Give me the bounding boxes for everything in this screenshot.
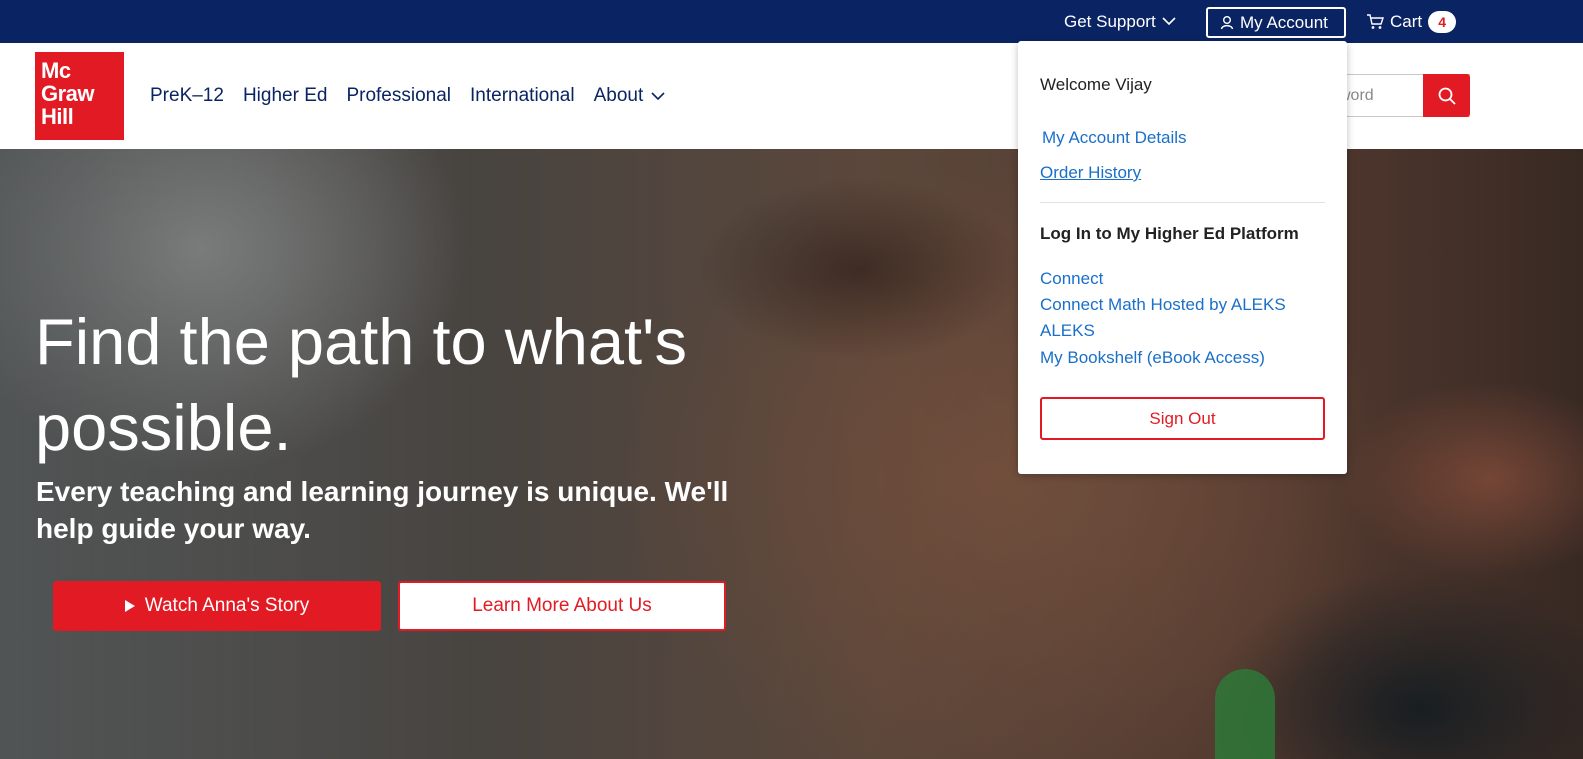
get-support-menu[interactable]: Get Support	[1064, 0, 1176, 43]
play-icon	[124, 600, 135, 612]
mcgraw-hill-logo[interactable]: Mc Graw Hill	[35, 52, 124, 140]
cart-count-badge: 4	[1428, 10, 1457, 33]
logo-line: Hill	[41, 104, 74, 129]
learn-more-label: Learn More About Us	[472, 595, 652, 616]
account-details-link[interactable]: My Account Details	[1042, 128, 1187, 148]
cart-label: Cart	[1390, 11, 1423, 31]
primary-nav: PreK–12 Higher Ed Professional Internati…	[150, 43, 684, 149]
my-account-label: My Account	[1240, 12, 1328, 32]
platform-link-connect[interactable]: Connect	[1040, 269, 1103, 289]
watch-story-label: Watch Anna's Story	[144, 595, 310, 616]
watch-story-button[interactable]: Watch Anna's Story	[53, 581, 381, 631]
chevron-down-icon	[651, 91, 665, 100]
cart-icon	[1367, 13, 1384, 29]
welcome-text: Welcome Vijay	[1040, 75, 1152, 94]
cart-button[interactable]: Cart 4	[1366, 0, 1457, 43]
logo-line: Mc	[41, 58, 71, 83]
platform-heading: Log In to My Higher Ed Platform	[1040, 224, 1299, 243]
nav-item-higher-ed[interactable]: Higher Ed	[243, 85, 328, 107]
platform-link-connect-math[interactable]: Connect Math Hosted by ALEKS	[1040, 295, 1286, 315]
nav-item-about-label: About	[593, 85, 644, 106]
nav-item-professional[interactable]: Professional	[346, 85, 451, 107]
menu-divider	[1040, 202, 1325, 203]
nav-item-international[interactable]: International	[470, 85, 575, 107]
search-button[interactable]	[1423, 74, 1470, 117]
get-support-label: Get Support	[1064, 11, 1156, 31]
platform-link-aleks[interactable]: ALEKS	[1040, 321, 1095, 341]
hero-title: Find the path to what's possible.	[35, 305, 687, 464]
platform-link-bookshelf[interactable]: My Bookshelf (eBook Access)	[1040, 348, 1265, 368]
my-account-button[interactable]: My Account	[1206, 7, 1346, 38]
chevron-down-icon	[1162, 17, 1176, 26]
account-dropdown: Welcome Vijay My Account Details Order H…	[1018, 41, 1347, 474]
learn-more-button[interactable]: Learn More About Us	[398, 581, 726, 631]
utility-bar: Get Support My Account Cart 4	[0, 0, 1583, 43]
logo-line: Graw	[41, 81, 95, 106]
sign-out-button[interactable]: Sign Out	[1040, 397, 1325, 440]
hero-subtitle: Every teaching and learning journey is u…	[36, 476, 729, 544]
nav-item-prek12[interactable]: PreK–12	[150, 85, 224, 107]
user-icon	[1220, 16, 1234, 30]
nav-item-about[interactable]: About	[594, 85, 666, 107]
search-icon	[1438, 87, 1456, 105]
order-history-link[interactable]: Order History	[1040, 163, 1141, 183]
